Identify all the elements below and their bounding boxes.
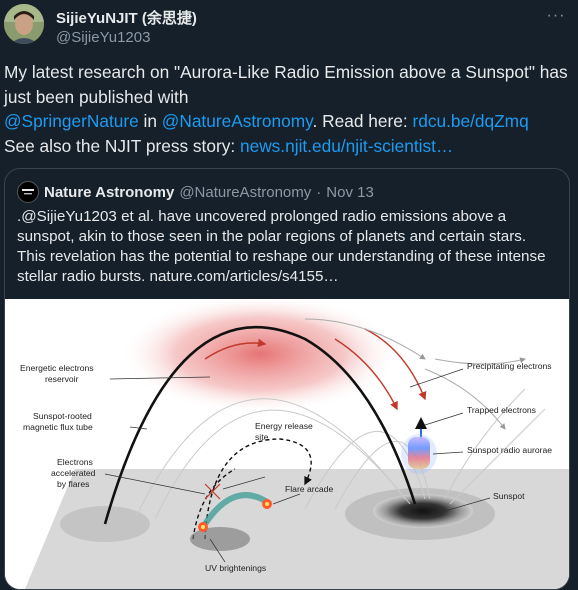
author-handle[interactable]: @SijieYu1203 [56,29,197,46]
link-njit-news[interactable]: news.njit.edu/njit-scientist… [240,136,453,156]
mention-springer-nature[interactable]: @SpringerNature [4,111,139,131]
label-trapped-electrons: Trapped electrons [467,405,536,415]
author-block: SijieYuNJIT (余思捷) @SijieYu1203 [56,7,197,47]
label-uv-brightenings: UV brightenings [205,563,266,573]
nature-astronomy-avatar [17,181,39,203]
research-figure[interactable]: Energetic electrons reservoir Sunspot-ro… [5,299,569,589]
quoted-tweet[interactable]: Nature Astronomy @NatureAstronomy · Nov … [4,168,570,590]
label-sunspot-rooted: Sunspot-rooted [33,411,92,421]
tweet-text-part-2: in [138,111,162,131]
label-energy-release: Energy release [255,421,313,431]
label-flare-arcade: Flare arcade [285,484,333,494]
mention-nature-astronomy[interactable]: @NatureAstronomy [162,111,313,131]
sunspot-aurora-diagram: Energetic electrons reservoir Sunspot-ro… [5,299,569,589]
author-name-row: SijieYuNJIT (余思捷) [56,7,197,27]
quoted-tweet-text: .@SijieYu1203 et al. have uncovered prol… [17,208,546,285]
ellipsis-icon: ··· [546,7,566,24]
tweet-text-part-3: . Read here: [312,111,413,131]
sunspot [373,494,473,528]
label-energetic-electrons: Energetic electrons [20,363,94,373]
label-reservoir: reservoir [45,374,79,384]
quoted-tweet-header: Nature Astronomy @NatureAstronomy · Nov … [17,181,374,203]
label-magnetic-flux-tube: magnetic flux tube [23,422,93,432]
avatar-photo [4,4,44,44]
tweet-text: My latest research on "Aurora-Like Radio… [4,60,574,158]
tweet-card: SijieYuNJIT (余思捷) @SijieYu1203 ··· My la… [0,0,578,590]
label-sunspot: Sunspot [493,491,525,501]
label-accelerated: accelerated [51,468,96,478]
quoted-separator: · [316,183,322,201]
more-options-button[interactable]: ··· [544,4,568,28]
link-rdcu[interactable]: rdcu.be/dqZmq [412,111,528,131]
label-by-flares: by flares [57,479,89,489]
label-electrons: Electrons [57,457,93,467]
nature-logo-icon [22,189,34,195]
author-avatar[interactable] [4,4,44,44]
label-sunspot-radio-aurorae: Sunspot radio aurorae [467,445,552,455]
quoted-date[interactable]: Nov 13 [326,184,374,201]
label-precipitating-electrons: Precipitating electrons [467,361,552,371]
tweet-text-part-1: My latest research on "Aurora-Like Radio… [4,62,568,107]
tweet-text-part-4: See also the NJIT press story: [4,135,240,156]
author-name[interactable]: SijieYuNJIT (余思捷) [56,7,197,28]
label-site: site [255,432,269,442]
quoted-author-name[interactable]: Nature Astronomy [44,184,174,201]
quoted-author-handle[interactable]: @NatureAstronomy [179,184,311,201]
